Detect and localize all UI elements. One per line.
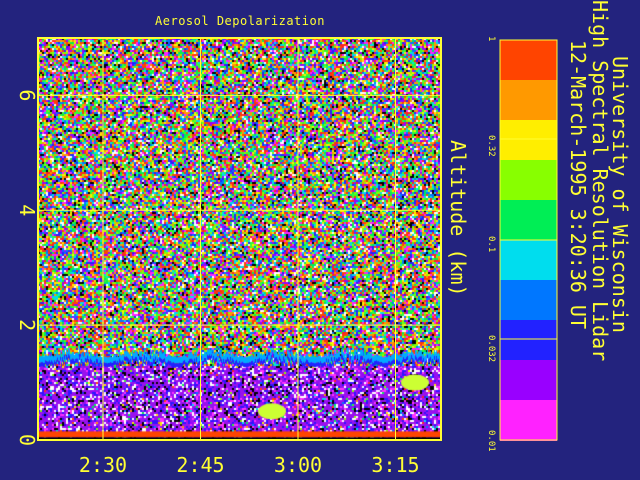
colorbar-tick-label: 0.032: [486, 334, 496, 363]
colorbar-swatch: [500, 200, 557, 241]
x-tick-label: 3:00: [274, 453, 322, 477]
y-axis-label: Altitude (km): [446, 140, 470, 297]
lidar-chart: 2:30 2:45 3:00 3:15 0 2 4 6: [15, 37, 558, 477]
y-tick-label: 2: [15, 319, 39, 331]
colorbar-swatch: [500, 320, 557, 361]
colorbar-tick-label: 1: [486, 36, 496, 42]
colorbar-swatch: [500, 400, 557, 441]
chart-title: Aerosol Depolarization: [155, 14, 325, 28]
x-axis-ticks: 2:30 2:45 3:00 3:15: [79, 453, 420, 477]
depolarization-heatmap: [38, 38, 441, 440]
x-tick-label: 2:30: [79, 453, 127, 477]
y-tick-label: 0: [15, 434, 39, 446]
x-tick-label: 2:45: [176, 453, 224, 477]
colorbar-tick-label: 0.32: [486, 134, 496, 157]
colorbar-swatch: [500, 360, 557, 401]
colorbar-swatch: [500, 120, 557, 161]
y-axis-ticks: 0 2 4 6: [15, 89, 39, 446]
colorbar-swatch: [500, 240, 557, 281]
heatmap-image: [38, 38, 441, 440]
y-tick-label: 4: [15, 204, 39, 216]
colorbar-tick-label: 0.1: [486, 236, 496, 253]
x-tick-label: 3:15: [371, 453, 419, 477]
colorbar-swatch: [500, 80, 557, 121]
colorbar-swatch: [500, 160, 557, 201]
timestamp-label: 12-March-1995 3:20:36 UT: [566, 40, 590, 329]
colorbar-swatch: [500, 280, 557, 321]
colorbar: [499, 39, 558, 441]
y-tick-label: 6: [15, 89, 39, 101]
instrument-label: High Spectral Resolution Lidar: [588, 0, 612, 362]
colorbar-tick-label: 0.01: [486, 430, 496, 452]
colorbar-swatch: [500, 40, 557, 81]
